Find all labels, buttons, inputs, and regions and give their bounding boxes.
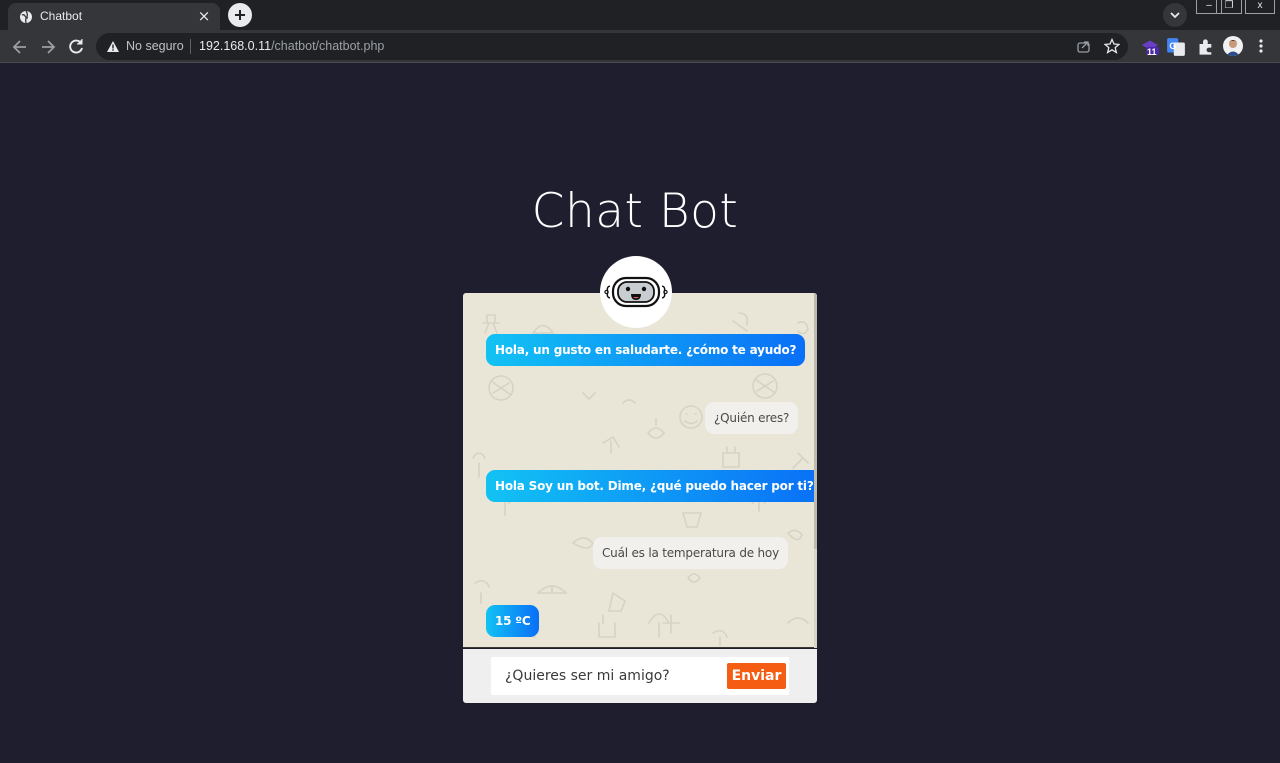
translate-icon[interactable]: G: [1166, 37, 1186, 57]
extension-badge: 11: [1147, 47, 1157, 57]
profile-avatar-icon[interactable]: [1223, 36, 1243, 56]
chat-scrollbar[interactable]: [814, 293, 817, 648]
forward-arrow-icon[interactable]: [38, 37, 58, 57]
browser-toolbar: No seguro 192.168.0.11/chatbot/chatbot.p…: [0, 30, 1280, 63]
security-status[interactable]: No seguro: [126, 39, 184, 53]
new-tab-button[interactable]: [228, 3, 252, 27]
robot-icon: [604, 276, 668, 308]
close-window-button[interactable]: x: [1245, 0, 1275, 14]
globe-icon: [20, 10, 32, 24]
warning-icon: [107, 41, 119, 52]
chat-window: Hola, un gusto en saludarte. ¿cómo te ay…: [463, 293, 817, 703]
tab-title: Chatbot: [40, 9, 83, 23]
url-path: /chatbot/chatbot.php: [271, 39, 385, 53]
star-icon[interactable]: [1104, 38, 1120, 54]
puzzle-icon[interactable]: [1196, 37, 1216, 57]
restore-button[interactable]: ❐: [1216, 0, 1242, 14]
close-icon[interactable]: ×: [196, 6, 212, 26]
send-button[interactable]: Enviar: [727, 663, 786, 689]
reload-icon[interactable]: [66, 37, 86, 57]
tab-search-button[interactable]: [1163, 3, 1187, 27]
bot-message: Hola Soy un bot. Dime, ¿qué puedo hacer …: [486, 470, 817, 502]
message-input-box: Enviar: [491, 657, 789, 695]
bot-message: 15 ºC: [486, 605, 540, 637]
tab-bar: Chatbot × – ❐ x: [0, 0, 1280, 30]
address-bar[interactable]: No seguro 192.168.0.11/chatbot/chatbot.p…: [96, 33, 1128, 60]
bot-avatar: [600, 256, 672, 328]
plus-icon: [235, 10, 245, 20]
svg-text:G: G: [1169, 41, 1176, 51]
user-message: Cuál es la temperatura de hoy: [593, 537, 788, 569]
chat-scrollbar-thumb[interactable]: [814, 293, 817, 549]
chat-messages-area[interactable]: Hola, un gusto en saludarte. ¿cómo te ay…: [463, 293, 817, 648]
divider: [190, 39, 191, 54]
page-title: Chat Bot: [531, 184, 739, 239]
share-icon[interactable]: [1076, 39, 1091, 54]
chevron-down-icon: [1170, 12, 1180, 19]
menu-dots-icon[interactable]: [1254, 38, 1268, 54]
message-composer: Enviar: [463, 649, 817, 703]
back-arrow-icon[interactable]: [10, 37, 30, 57]
url-text[interactable]: 192.168.0.11/chatbot/chatbot.php: [199, 39, 384, 53]
url-host: 192.168.0.11: [199, 39, 272, 53]
browser-tab[interactable]: Chatbot ×: [8, 3, 220, 30]
message-input[interactable]: [491, 657, 721, 695]
bot-message: Hola, un gusto en saludarte. ¿cómo te ay…: [486, 334, 806, 366]
user-message: ¿Quién eres?: [705, 402, 799, 434]
